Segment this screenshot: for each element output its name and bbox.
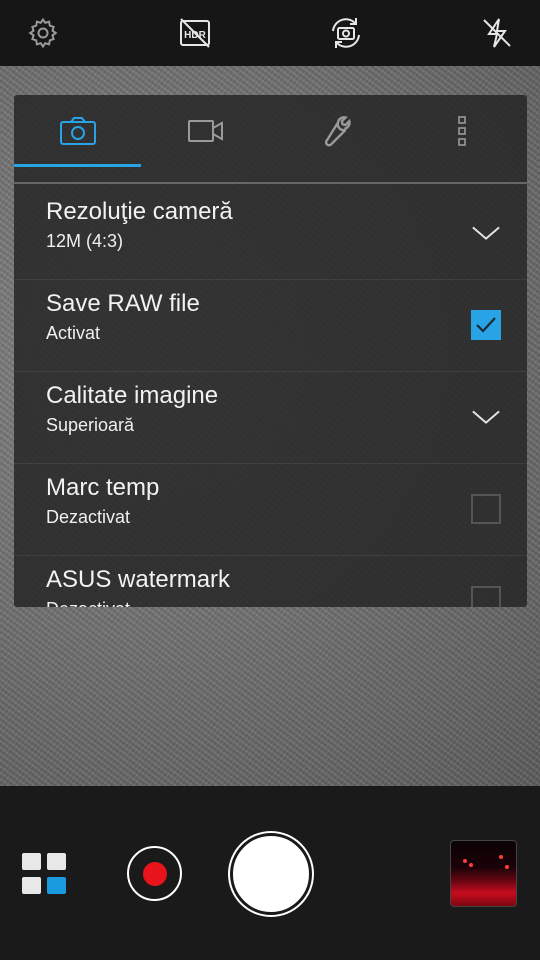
setting-value: Superioară — [46, 415, 135, 435]
setting-title: Calitate imagine — [46, 382, 219, 409]
setting-title: Save RAW file — [46, 290, 200, 317]
tab-more[interactable] — [398, 95, 526, 167]
svg-text:HDR: HDR — [184, 30, 206, 41]
tabs-divider — [14, 182, 527, 184]
setting-asus-watermark[interactable]: ASUS watermark Dezactivat — [14, 555, 527, 607]
settings-gear-icon[interactable] — [23, 13, 63, 53]
chevron-down-icon[interactable] — [471, 402, 501, 432]
tab-camera-settings[interactable] — [14, 95, 142, 167]
chevron-down-icon[interactable] — [471, 218, 501, 248]
checkmark-icon — [476, 317, 496, 333]
setting-title: Marc temp — [46, 474, 160, 501]
save-raw-checkbox[interactable] — [471, 310, 501, 340]
time-stamp-checkbox[interactable] — [471, 494, 501, 524]
switch-camera-icon[interactable] — [326, 13, 366, 53]
active-tab-indicator — [14, 164, 141, 167]
record-dot-icon — [142, 861, 167, 886]
gallery-thumbnail[interactable] — [450, 840, 517, 907]
hdr-off-icon[interactable]: HDR — [175, 13, 215, 53]
tab-tools[interactable] — [270, 95, 398, 167]
tab-video-settings[interactable] — [142, 95, 270, 167]
setting-value: Dezactivat — [46, 507, 131, 527]
shutter-button[interactable] — [230, 833, 312, 915]
setting-image-quality[interactable]: Calitate imagine Superioară — [14, 371, 527, 464]
setting-value: Activat — [46, 323, 101, 343]
setting-camera-resolution[interactable]: Rezoluţie cameră 12M (4:3) — [14, 187, 527, 280]
camera-icon — [60, 117, 96, 145]
setting-value: Dezactivat — [46, 599, 130, 607]
setting-title: ASUS watermark — [46, 566, 231, 593]
wrench-icon — [324, 116, 351, 147]
setting-save-raw-file[interactable]: Save RAW file Activat — [14, 279, 527, 372]
video-camera-icon — [188, 120, 223, 142]
camera-settings-panel: Rezoluţie cameră 12M (4:3) Save RAW file… — [14, 95, 527, 607]
more-vertical-icon — [458, 116, 466, 146]
record-video-button[interactable] — [127, 846, 182, 901]
setting-time-stamp[interactable]: Marc temp Dezactivat — [14, 463, 527, 556]
top-toolbar: HDR — [0, 0, 540, 66]
setting-value: 12M (4:3) — [46, 231, 124, 251]
asus-watermark-checkbox[interactable] — [471, 586, 501, 607]
flash-off-icon[interactable] — [477, 13, 517, 53]
setting-title: Rezoluţie cameră — [46, 198, 233, 225]
settings-tabs — [14, 95, 527, 184]
camera-modes-grid-icon[interactable] — [22, 853, 68, 895]
